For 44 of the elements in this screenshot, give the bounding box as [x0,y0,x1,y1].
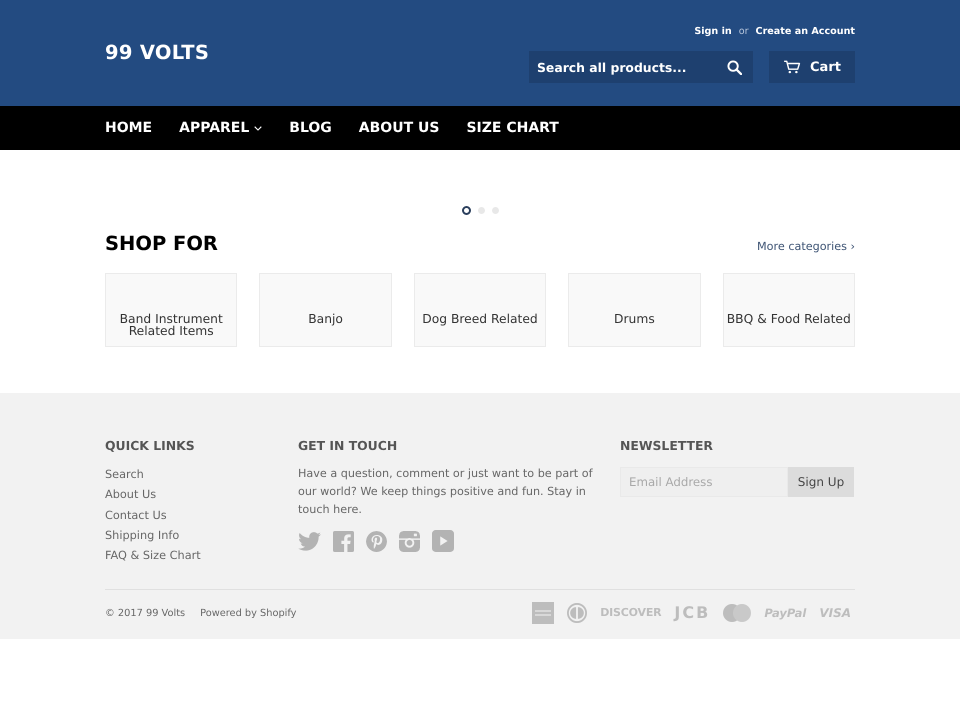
camera-icon[interactable] [399,530,420,552]
nav-link[interactable]: ABOUT US [358,119,440,137]
footer-link[interactable]: Search [105,465,144,486]
split-circle-icon [567,603,588,624]
category-card[interactable]: Banjo [259,273,392,347]
cart-button[interactable]: Cart [769,51,855,83]
nav-link[interactable]: SIZE CHART [466,119,559,137]
contact-text: Have a question, comment or just want to be part of our world? We keep things positive and fun. Stay in touch here. [298,466,594,518]
sign-up-button[interactable]: Sign Up [788,467,854,497]
category-card[interactable]: Drums [568,273,701,347]
search-button[interactable] [719,51,753,83]
store-logo[interactable]: 99 VOLTS [105,41,210,65]
bird-icon[interactable] [298,532,321,550]
footer-link[interactable]: Shipping Info [105,526,180,546]
footer-heading: QUICK LINKS [105,438,196,454]
footer-heading: NEWSLETTER [620,438,714,454]
separator-text: or [738,25,749,39]
section-title: SHOP FOR [105,232,218,256]
cart-icon [783,60,802,74]
footer-link[interactable]: About Us [105,485,156,506]
nav-link[interactable]: APPAREL [179,119,262,137]
play-button-icon[interactable] [432,530,454,552]
powered-by-link[interactable]: Powered by Shopify [200,608,296,619]
category-card[interactable]: Band Instrument Related Items [105,273,238,347]
overlapping-circles-icon [723,604,752,622]
card-icon [532,602,554,624]
nav-link[interactable]: HOME [105,119,152,137]
category-card[interactable]: Dog Breed Related [414,273,546,347]
letter-f-icon[interactable] [333,530,354,552]
chevron-down-icon [254,126,262,130]
more-categories-link[interactable]: More categories › [757,240,855,253]
search-field[interactable]: Search all products... [529,51,719,83]
email-field[interactable]: Email Address [620,467,788,497]
search-icon [726,60,742,74]
nav-link[interactable]: BLOG [289,119,332,137]
letter-p-circle-icon[interactable] [366,530,387,552]
copyright-text: © 2017 99 Volts [105,608,186,619]
footer-heading: GET IN TOUCH [298,438,398,454]
sign-in-link[interactable]: Sign in [694,25,732,39]
slide-dot[interactable] [462,206,470,215]
footer-link[interactable]: FAQ & Size Chart [105,546,201,566]
create-account-link[interactable]: Create an Account [756,25,855,39]
category-card[interactable]: BBQ & Food Related [722,273,855,347]
footer-link[interactable]: Contact Us [105,506,167,526]
